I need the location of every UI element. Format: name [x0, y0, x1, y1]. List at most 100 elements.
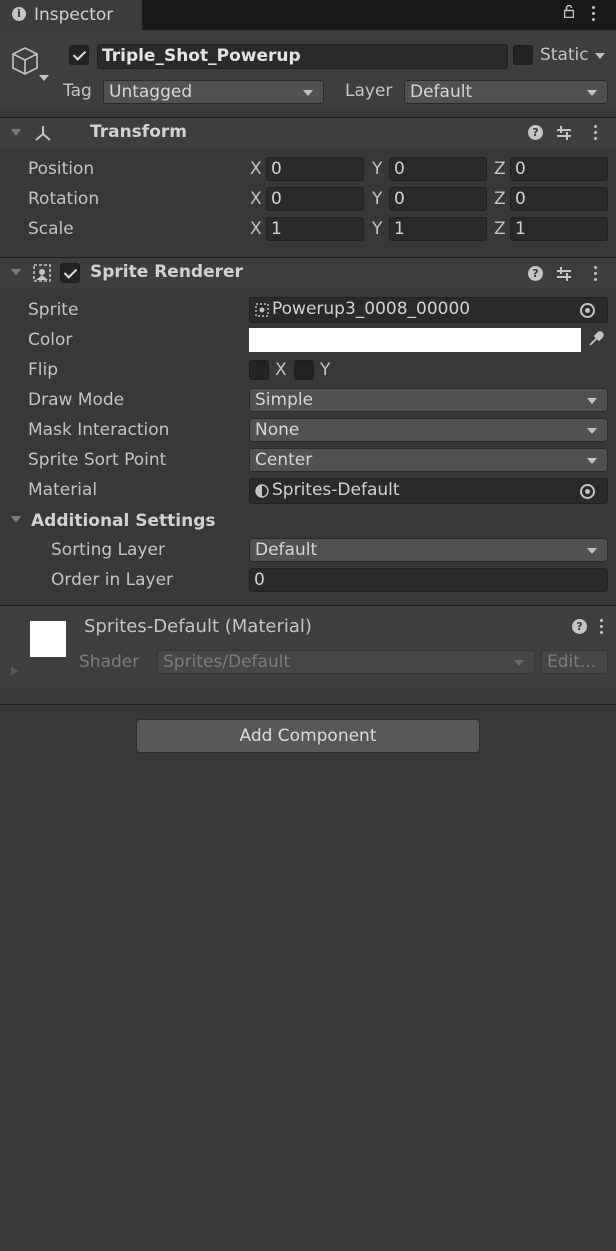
chevron-down-icon — [303, 90, 313, 96]
add-component-label: Add Component — [239, 726, 377, 746]
info-icon: i — [12, 7, 26, 21]
sprite-value: Powerup3_0008_00000 — [272, 299, 471, 319]
preset-icon[interactable] — [557, 267, 571, 281]
sprite-renderer-icon — [33, 264, 51, 282]
sprite-sort-point-dropdown[interactable]: Center — [249, 448, 608, 472]
position-z-field[interactable]: 0 — [510, 157, 608, 181]
flip-label: Flip — [28, 360, 59, 380]
order-in-layer-field[interactable]: 0 — [249, 568, 608, 592]
color-swatch[interactable] — [249, 328, 581, 352]
scale-y-field[interactable]: 1 — [389, 217, 487, 241]
gameobject-header: Triple_Shot_Powerup Static Tag Untagged … — [0, 31, 616, 109]
mask-interaction-value: None — [255, 420, 300, 440]
flip-x-checkbox[interactable] — [249, 360, 269, 380]
static-dropdown-arrow[interactable] — [595, 53, 605, 59]
foldout-icon[interactable] — [11, 129, 21, 136]
axis-x-label[interactable]: X — [250, 189, 262, 209]
help-icon[interactable]: ? — [528, 125, 543, 140]
eyedropper-icon[interactable] — [587, 330, 605, 348]
sprite-label: Sprite — [28, 300, 79, 320]
draw-mode-value: Simple — [255, 390, 314, 410]
material-label: Material — [28, 480, 98, 500]
material-foldout-icon[interactable] — [11, 666, 18, 676]
active-checkbox[interactable] — [69, 45, 89, 65]
shader-value: Sprites/Default — [163, 652, 291, 672]
sprite-sort-point-value: Center — [255, 450, 313, 470]
tag-label: Tag — [63, 81, 92, 101]
flip-y-label: Y — [320, 360, 331, 380]
rotation-z-field[interactable]: 0 — [510, 187, 608, 211]
order-in-layer-label: Order in Layer — [51, 570, 174, 590]
position-x-field[interactable]: 0 — [266, 157, 364, 181]
preset-icon[interactable] — [557, 126, 571, 140]
axis-x-label[interactable]: X — [250, 159, 262, 179]
material-object-field[interactable]: Sprites-Default — [249, 478, 608, 504]
component-menu-icon[interactable] — [594, 125, 598, 141]
object-picker-icon[interactable] — [580, 484, 595, 499]
tag-dropdown[interactable]: Untagged — [103, 80, 324, 104]
material-section: Sprites-Default (Material) ? Shader Spri… — [0, 606, 616, 688]
static-label[interactable]: Static — [540, 45, 589, 65]
position-label: Position — [28, 159, 95, 179]
material-menu-icon[interactable] — [600, 619, 604, 635]
add-component-button[interactable]: Add Component — [136, 719, 480, 753]
inspector-tab[interactable]: i Inspector — [0, 0, 142, 31]
static-checkbox[interactable] — [513, 45, 533, 65]
axis-y-label[interactable]: Y — [372, 189, 382, 209]
axis-y-label[interactable]: Y — [372, 219, 382, 239]
layer-label: Layer — [345, 81, 393, 101]
foldout-icon[interactable] — [11, 269, 21, 276]
draw-mode-label: Draw Mode — [28, 390, 125, 410]
shader-label: Shader — [79, 652, 140, 672]
sprite-sort-point-label: Sprite Sort Point — [28, 450, 167, 470]
sprite-renderer-enabled-checkbox[interactable] — [60, 263, 80, 283]
rotation-y-field[interactable]: 0 — [389, 187, 487, 211]
axis-z-label[interactable]: Z — [494, 189, 506, 209]
mask-interaction-label: Mask Interaction — [28, 420, 170, 440]
transform-header[interactable]: Transform ? — [0, 117, 616, 148]
material-asset-icon — [255, 484, 269, 498]
tab-menu-icon[interactable] — [592, 6, 596, 22]
axis-z-label[interactable]: Z — [494, 159, 506, 179]
axis-x-label[interactable]: X — [250, 219, 262, 239]
axis-z-label[interactable]: Z — [494, 219, 506, 239]
mask-interaction-dropdown[interactable]: None — [249, 418, 608, 442]
icon-dropdown-arrow[interactable] — [39, 75, 49, 81]
shader-edit-button[interactable]: Edit... — [541, 650, 608, 674]
chevron-down-icon — [587, 458, 597, 464]
layer-dropdown[interactable]: Default — [404, 80, 608, 104]
tab-title: Inspector — [34, 5, 114, 25]
lock-icon[interactable] — [564, 5, 574, 18]
scale-z-field[interactable]: 1 — [510, 217, 608, 241]
chevron-down-icon — [587, 548, 597, 554]
flip-y-checkbox[interactable] — [294, 360, 314, 380]
material-value: Sprites-Default — [272, 480, 400, 500]
shader-dropdown[interactable]: Sprites/Default — [157, 650, 535, 674]
sorting-layer-dropdown[interactable]: Default — [249, 538, 608, 562]
additional-settings-title[interactable]: Additional Settings — [31, 511, 216, 531]
object-picker-icon[interactable] — [580, 303, 595, 318]
sprite-object-field[interactable]: Powerup3_0008_00000 — [249, 297, 608, 323]
gameobject-name-field[interactable]: Triple_Shot_Powerup — [97, 44, 508, 69]
gameobject-cube-icon — [12, 47, 38, 75]
help-icon[interactable]: ? — [572, 619, 587, 634]
material-title: Sprites-Default (Material) — [84, 616, 312, 637]
additional-settings-foldout-icon[interactable] — [11, 516, 21, 523]
sprite-asset-icon — [255, 303, 269, 317]
tab-bar: i Inspector — [0, 0, 616, 31]
axis-y-label[interactable]: Y — [372, 159, 382, 179]
material-preview-swatch — [30, 621, 66, 657]
scale-x-field[interactable]: 1 — [266, 217, 364, 241]
help-icon[interactable]: ? — [528, 266, 543, 281]
tag-value: Untagged — [109, 82, 193, 102]
component-menu-icon[interactable] — [594, 266, 598, 282]
rotation-x-field[interactable]: 0 — [266, 187, 364, 211]
sprite-renderer-header[interactable]: Sprite Renderer ? — [0, 257, 616, 288]
transform-title: Transform — [90, 122, 187, 142]
scale-label: Scale — [28, 219, 74, 239]
draw-mode-dropdown[interactable]: Simple — [249, 388, 608, 412]
layer-value: Default — [410, 82, 473, 102]
color-label: Color — [28, 330, 73, 350]
position-y-field[interactable]: 0 — [389, 157, 487, 181]
sorting-layer-value: Default — [255, 540, 318, 560]
